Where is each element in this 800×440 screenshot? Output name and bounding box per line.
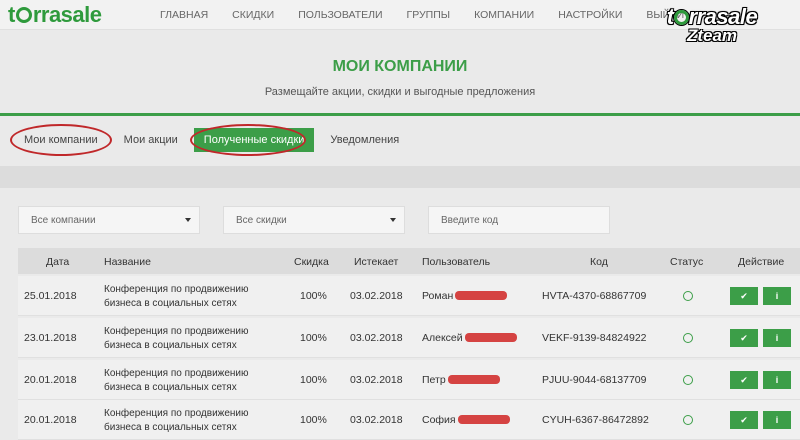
table-row: 25.01.2018 Конференция по продвижению би… — [18, 276, 800, 316]
info-button[interactable]: i — [763, 371, 791, 389]
col-code: Код — [590, 256, 608, 268]
row-date: 25.01.2018 — [24, 290, 77, 302]
status-circle-icon — [683, 333, 693, 343]
row-code: VEKF-9139-84824922 — [542, 332, 647, 344]
main-nav: ГЛАВНАЯ СКИДКИ ПОЛЬЗОВАТЕЛИ ГРУППЫ КОМПА… — [160, 9, 708, 21]
nav-users[interactable]: ПОЛЬЗОВАТЕЛИ — [298, 9, 382, 21]
code-input[interactable]: Введите код — [428, 206, 610, 234]
discounts-filter-select[interactable]: Все скидки — [223, 206, 405, 234]
caret-down-icon — [185, 218, 191, 222]
header-divider — [0, 113, 800, 116]
row-date: 20.01.2018 — [24, 414, 77, 426]
row-date: 20.01.2018 — [24, 374, 77, 386]
row-user: Роман — [422, 290, 508, 302]
status-circle-icon — [683, 375, 693, 385]
code-input-placeholder: Введите код — [441, 215, 499, 226]
redaction-mark — [447, 375, 500, 384]
row-name: Конференция по продвижению бизнеса в соц… — [104, 326, 249, 351]
row-expires: 03.02.2018 — [350, 414, 403, 426]
caret-down-icon — [390, 218, 396, 222]
companies-filter-value: Все компании — [31, 215, 96, 226]
confirm-button[interactable]: ✔ — [730, 371, 758, 389]
row-expires: 03.02.2018 — [350, 332, 403, 344]
table-header: Дата Название Скидка Истекает Пользовате… — [18, 248, 800, 274]
confirm-button[interactable]: ✔ — [730, 411, 758, 429]
col-action: Действие — [738, 256, 785, 268]
col-name: Название — [104, 256, 151, 268]
redaction-mark — [457, 415, 510, 424]
table-row: 20.01.2018 Конференция по продвижению би… — [18, 400, 800, 440]
row-expires: 03.02.2018 — [350, 290, 403, 302]
redaction-mark — [464, 333, 517, 342]
col-date: Дата — [46, 256, 70, 268]
brand-logo[interactable]: t rrasale — [8, 2, 102, 28]
row-discount: 100% — [300, 414, 327, 426]
col-discount: Скидка — [294, 256, 329, 268]
row-code: CYUH-6367-86472892 — [542, 414, 649, 426]
status-circle-icon — [683, 291, 693, 301]
confirm-button[interactable]: ✔ — [730, 329, 758, 347]
row-expires: 03.02.2018 — [350, 374, 403, 386]
row-name: Конференция по продвижению бизнеса в соц… — [104, 284, 249, 309]
page-header: МОИ КОМПАНИИ Размещайте акции, скидки и … — [0, 40, 800, 115]
logo-ring-icon — [15, 7, 32, 23]
page-subtitle: Размещайте акции, скидки и выгодные пред… — [264, 86, 536, 98]
confirm-button[interactable]: ✔ — [730, 287, 758, 305]
nav-groups[interactable]: ГРУППЫ — [407, 9, 451, 21]
col-user: Пользователь — [422, 256, 491, 268]
discounts-filter-value: Все скидки — [236, 215, 287, 226]
col-expires: Истекает — [354, 256, 399, 268]
info-button[interactable]: i — [763, 411, 791, 429]
nav-companies[interactable]: КОМПАНИИ — [474, 9, 534, 21]
info-button[interactable]: i — [763, 287, 791, 305]
tab-my-promotions[interactable]: Мои акции — [114, 128, 188, 152]
annotation-circle — [10, 124, 112, 156]
nav-discounts[interactable]: СКИДКИ — [232, 9, 274, 21]
row-user: Петр — [422, 374, 500, 386]
row-discount: 100% — [300, 374, 327, 386]
status-circle-icon — [683, 415, 693, 425]
row-discount: 100% — [300, 290, 327, 302]
row-name: Конференция по продвижению бизнеса в соц… — [104, 408, 249, 433]
row-code: PJUU-9044-68137709 — [542, 374, 647, 386]
row-discount: 100% — [300, 332, 327, 344]
row-date: 23.01.2018 — [24, 332, 77, 344]
table-row: 23.01.2018 Конференция по продвижению би… — [18, 318, 800, 358]
page-title: МОИ КОМПАНИИ — [332, 58, 468, 75]
toolbar-band — [0, 166, 800, 188]
table-row: 20.01.2018 Конференция по продвижению би… — [18, 360, 800, 400]
redaction-mark — [455, 291, 508, 300]
watermark-ring-icon — [673, 10, 689, 25]
col-status: Статус — [670, 256, 704, 268]
row-user: Алексей — [422, 332, 517, 344]
row-user: София — [422, 414, 510, 426]
info-button[interactable]: i — [763, 329, 791, 347]
nav-settings[interactable]: НАСТРОЙКИ — [558, 9, 622, 21]
annotation-circle — [190, 124, 306, 156]
nav-home[interactable]: ГЛАВНАЯ — [160, 9, 208, 21]
companies-filter-select[interactable]: Все компании — [18, 206, 200, 234]
tab-notifications[interactable]: Уведомления — [320, 128, 409, 152]
row-code: HVTA-4370-68867709 — [542, 290, 647, 302]
row-name: Конференция по продвижению бизнеса в соц… — [104, 368, 249, 393]
